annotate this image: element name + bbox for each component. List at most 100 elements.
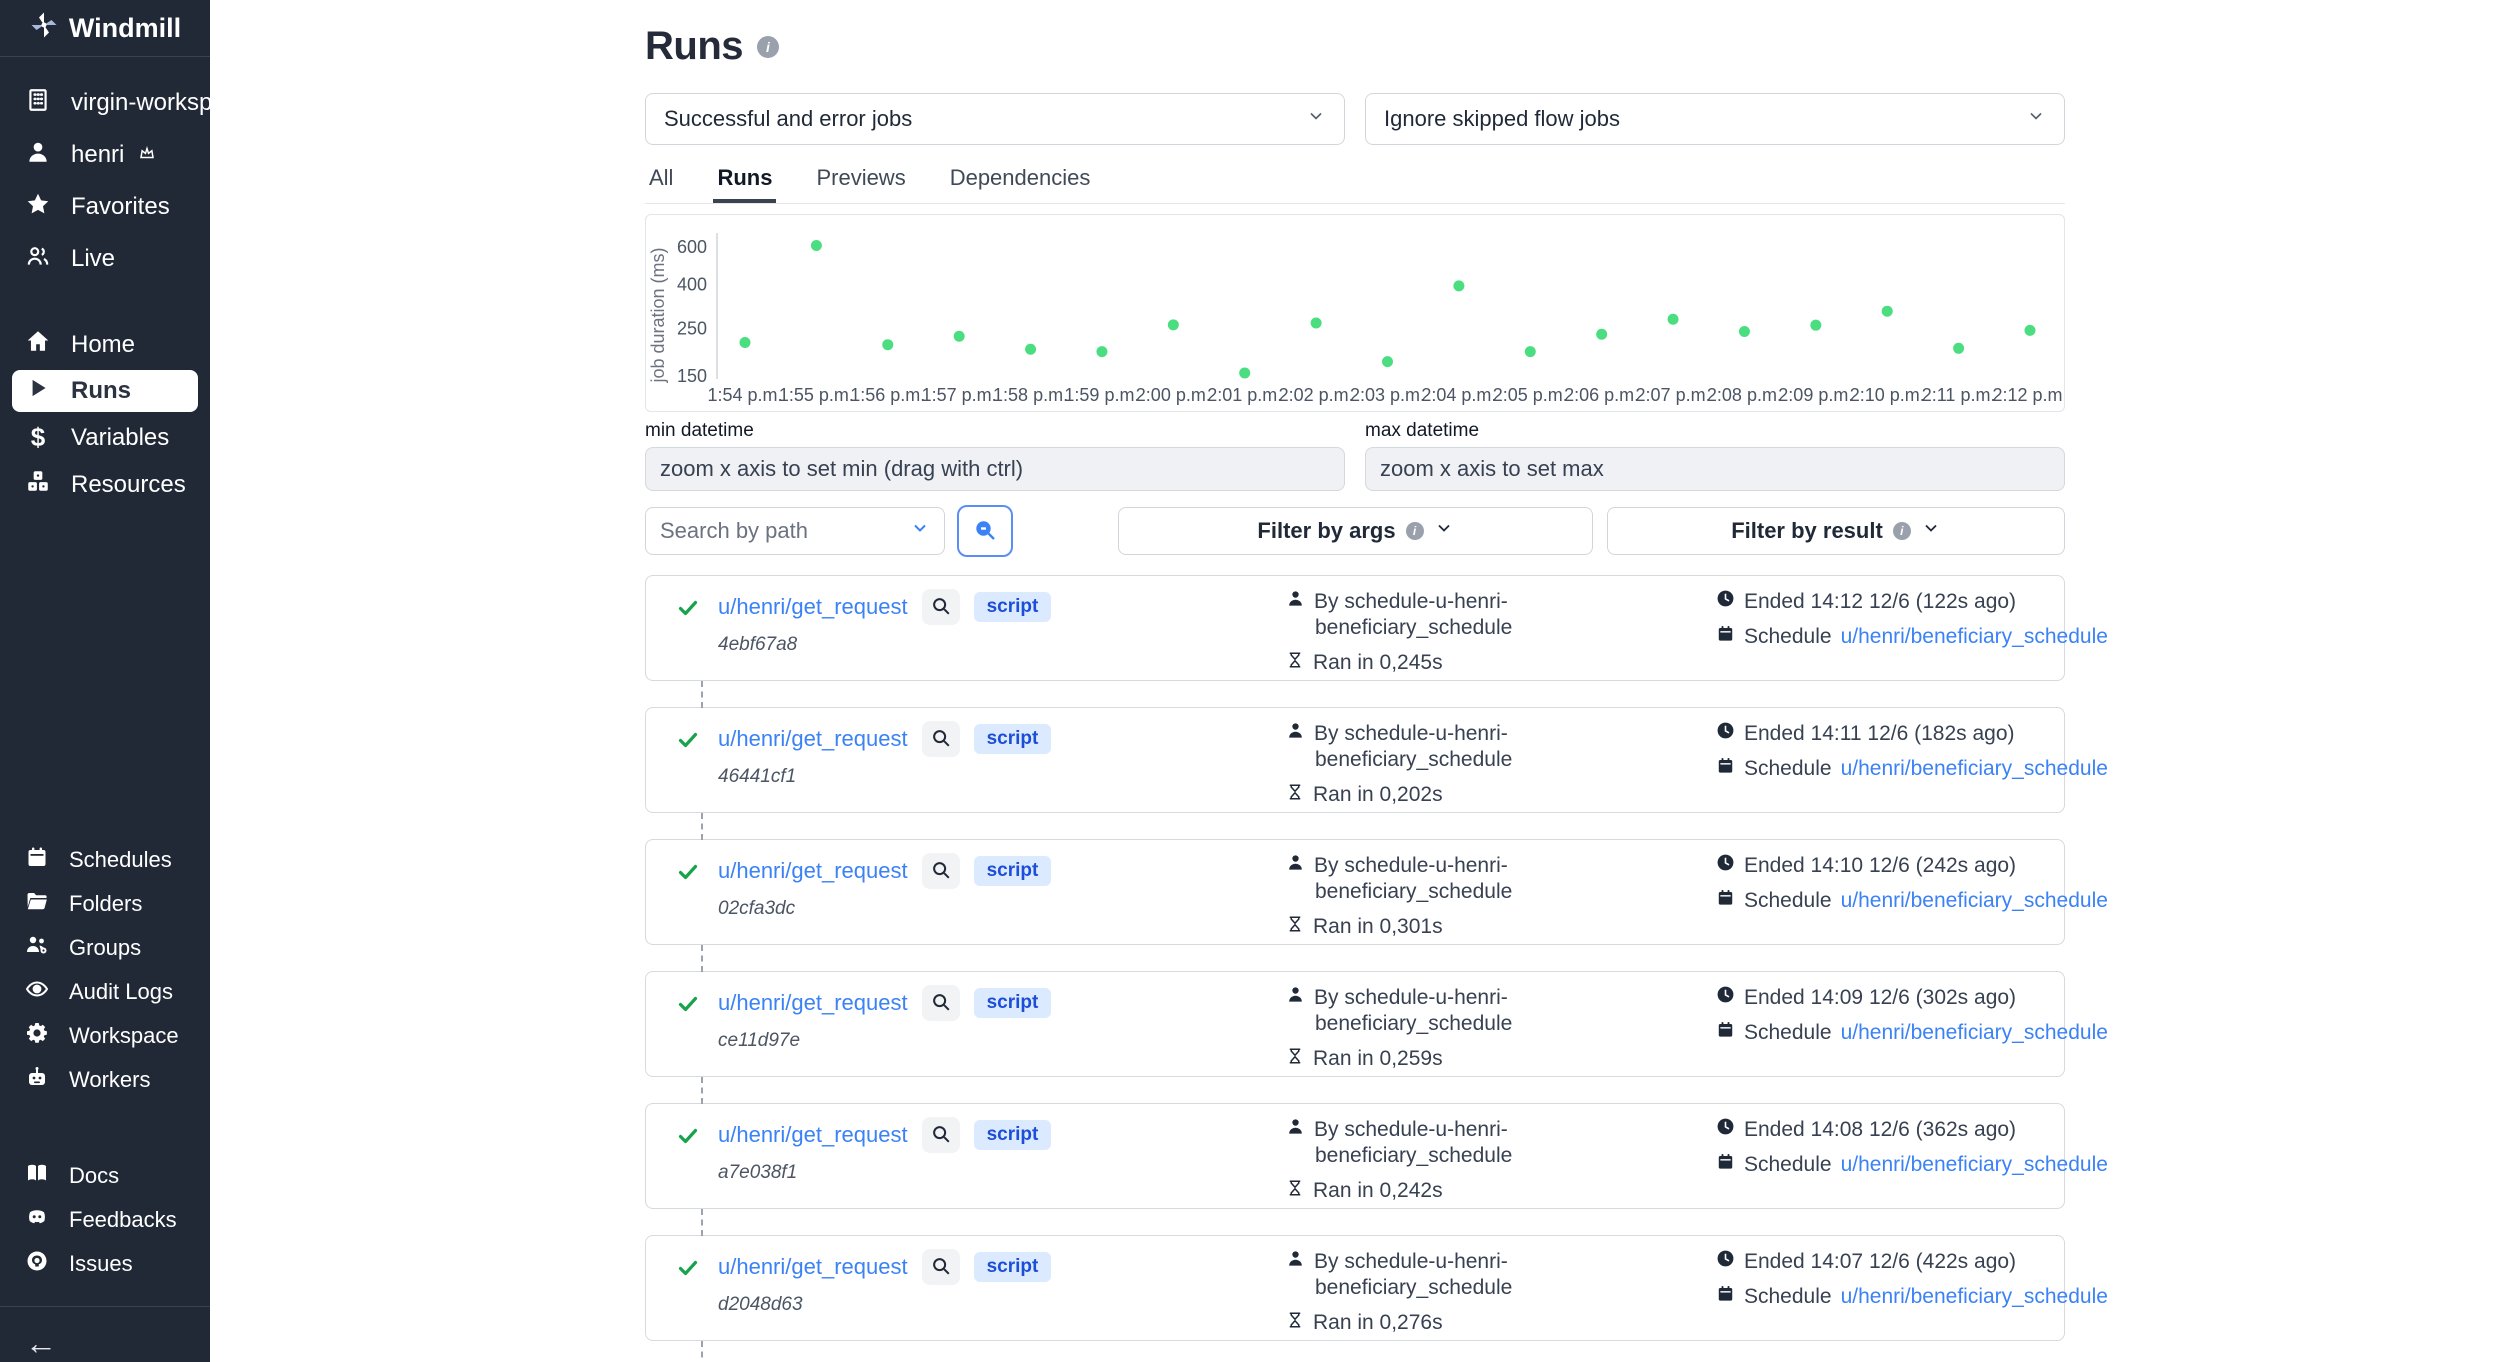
sidebar-item-workspace[interactable]: Workspace (0, 1014, 210, 1058)
max-datetime-input[interactable] (1365, 447, 2065, 491)
sidebar: Windmill virgin-worksp... (0, 0, 210, 1362)
tab-all[interactable]: All (645, 157, 677, 203)
svg-text:1:59 p.m.: 1:59 p.m. (1064, 385, 1139, 405)
schedule-link[interactable]: u/henri/beneficiary_schedule (1841, 1284, 2108, 1310)
collapse-sidebar-button[interactable]: ← (0, 1317, 210, 1362)
schedule-link[interactable]: u/henri/beneficiary_schedule (1841, 756, 2108, 782)
sidebar-item-resources[interactable]: Resources (0, 461, 210, 508)
sidebar-item-live[interactable]: Live (0, 233, 210, 285)
run-path-link[interactable]: u/henri/get_request (718, 858, 908, 884)
run-path-link[interactable]: u/henri/get_request (718, 594, 908, 620)
script-badge: script (974, 592, 1052, 622)
inspect-run-button[interactable] (922, 1117, 960, 1153)
run-by-line2: beneficiary_schedule (1315, 1143, 1512, 1169)
hourglass-icon (1286, 650, 1304, 676)
sidebar-item-feedbacks[interactable]: Feedbacks (0, 1198, 210, 1242)
sidebar-item-favorites[interactable]: Favorites (0, 181, 210, 233)
script-badge: script (974, 1120, 1052, 1150)
filter-by-result-button[interactable]: Filter by result i (1607, 507, 2065, 555)
sidebar-item-docs[interactable]: Docs (0, 1154, 210, 1198)
run-path-link[interactable]: u/henri/get_request (718, 990, 908, 1016)
inspect-run-button[interactable] (922, 721, 960, 757)
inspect-run-button[interactable] (922, 589, 960, 625)
svg-text:1:55 p.m.: 1:55 p.m. (779, 385, 854, 405)
svg-text:2:02 p.m.: 2:02 p.m. (1279, 385, 1354, 405)
sidebar-item-user[interactable]: henri (0, 129, 210, 181)
magnifier-icon (930, 859, 952, 884)
run-path-link[interactable]: u/henri/get_request (718, 1122, 908, 1148)
inspect-run-button[interactable] (922, 853, 960, 889)
job-status-filter-select[interactable]: Successful and error jobs (645, 93, 1345, 145)
star-icon (25, 191, 51, 224)
sidebar-item-issues[interactable]: Issues (0, 1242, 210, 1286)
chevron-down-icon (1306, 106, 1326, 132)
inspect-run-button[interactable] (922, 1249, 960, 1285)
run-path-link[interactable]: u/henri/get_request (718, 1254, 908, 1280)
job-duration-chart[interactable]: 150250400600job duration (ms)1:54 p.m.1:… (645, 214, 2065, 412)
run-id: 4ebf67a8 (718, 634, 797, 656)
hourglass-icon (1286, 1310, 1304, 1336)
sidebar-item-home[interactable]: Home (0, 321, 210, 368)
sidebar-item-workspace-switcher[interactable]: virgin-worksp... (0, 77, 210, 129)
sidebar-item-schedules[interactable]: Schedules (0, 838, 210, 882)
sidebar-item-groups[interactable]: Groups (0, 926, 210, 970)
svg-text:250: 250 (677, 318, 707, 338)
inspect-run-button[interactable] (922, 985, 960, 1021)
run-card[interactable]: u/henri/get_request script d2048d63 (645, 1235, 2065, 1341)
success-check-icon (676, 1256, 700, 1285)
hourglass-icon (1286, 782, 1304, 808)
run-card[interactable]: u/henri/get_request script 4ebf67a8 (645, 575, 2065, 681)
run-path-link[interactable]: u/henri/get_request (718, 726, 908, 752)
schedule-link[interactable]: u/henri/beneficiary_schedule (1841, 1152, 2108, 1178)
sidebar-item-workers[interactable]: Workers (0, 1058, 210, 1102)
info-icon[interactable]: i (757, 36, 779, 58)
groups-icon (25, 933, 49, 963)
svg-text:2:05 p.m.: 2:05 p.m. (1493, 385, 1568, 405)
workspace-settings-label: Workspace (69, 1023, 179, 1049)
tab-dependencies[interactable]: Dependencies (946, 157, 1095, 203)
home-icon (25, 328, 51, 361)
search-by-path-select[interactable]: Search by path (645, 507, 945, 555)
svg-text:2:12 p.m.: 2:12 p.m. (1992, 385, 2064, 405)
run-card[interactable]: u/henri/get_request script ce11d97e (645, 971, 2065, 1077)
sidebar-item-audit-logs[interactable]: Audit Logs (0, 970, 210, 1014)
chevron-down-icon (2026, 106, 2046, 132)
run-id: a7e038f1 (718, 1162, 797, 1184)
run-by-line2: beneficiary_schedule (1315, 879, 1512, 905)
sidebar-item-runs[interactable]: Runs (12, 370, 198, 412)
schedule-link[interactable]: u/henri/beneficiary_schedule (1841, 888, 2108, 914)
person-icon (1286, 1249, 1305, 1275)
windmill-brand[interactable]: Windmill (0, 0, 210, 56)
tab-runs[interactable]: Runs (713, 157, 776, 203)
schedule-link[interactable]: u/henri/beneficiary_schedule (1841, 624, 2108, 650)
run-card[interactable]: u/henri/get_request script 02cfa3dc (645, 839, 2065, 945)
hourglass-icon (1286, 914, 1304, 940)
run-duration: Ran in 0,242s (1313, 1178, 1443, 1204)
run-duration: Ran in 0,202s (1313, 782, 1443, 808)
min-datetime-input[interactable] (645, 447, 1345, 491)
run-card[interactable]: u/henri/get_request script a7e038f1 (645, 1103, 2065, 1209)
svg-text:1:57 p.m.: 1:57 p.m. (922, 385, 997, 405)
tab-previews[interactable]: Previews (812, 157, 909, 203)
cubes-icon (25, 468, 51, 501)
svg-text:2:07 p.m.: 2:07 p.m. (1636, 385, 1711, 405)
chevron-down-icon (1921, 518, 1941, 544)
clock-icon (1716, 721, 1735, 747)
sidebar-item-variables[interactable]: $ Variables (0, 414, 210, 461)
filter-by-result-label: Filter by result (1731, 518, 1883, 544)
search-button[interactable] (957, 505, 1013, 557)
brand-name: Windmill (69, 13, 181, 44)
folder-icon (25, 889, 49, 919)
run-card[interactable]: u/henri/get_request script 46441cf1 (645, 707, 2065, 813)
run-by-line1: By schedule-u-henri- (1314, 721, 1508, 747)
schedule-link[interactable]: u/henri/beneficiary_schedule (1841, 1020, 2108, 1046)
info-icon: i (1893, 522, 1911, 540)
filter-by-args-label: Filter by args (1257, 518, 1395, 544)
filter-by-args-button[interactable]: Filter by args i (1118, 507, 1593, 555)
runs-list: u/henri/get_request script 4ebf67a8 (645, 575, 2065, 1362)
skipped-flow-filter-select[interactable]: Ignore skipped flow jobs (1365, 93, 2065, 145)
sidebar-item-folders[interactable]: Folders (0, 882, 210, 926)
run-by-line1: By schedule-u-henri- (1314, 589, 1508, 615)
run-ended: Ended 14:12 12/6 (122s ago) (1744, 589, 2016, 615)
run-by-line1: By schedule-u-henri- (1314, 1117, 1508, 1143)
